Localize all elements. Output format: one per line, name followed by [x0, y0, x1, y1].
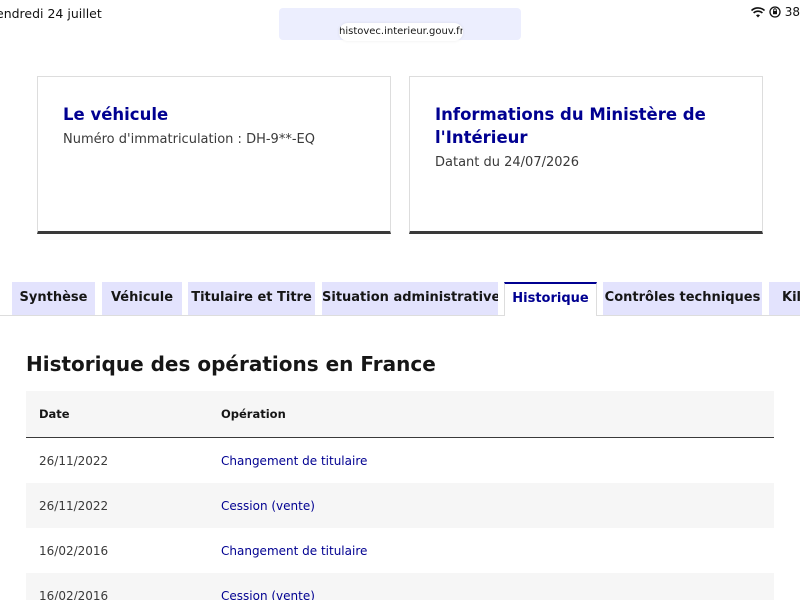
ministry-card: Informations du Ministère de l'Intérieur…: [409, 76, 763, 234]
table-row: 26/11/2022 Changement de titulaire: [26, 438, 774, 483]
tab-kilometrage[interactable]: Kilo: [769, 282, 800, 315]
orientation-lock-icon: [769, 6, 781, 18]
row-operation: Changement de titulaire: [221, 543, 368, 558]
status-date: endredi 24 juillet: [0, 6, 102, 21]
tab-historique[interactable]: Historique: [504, 282, 597, 316]
table-header: Date Opération: [26, 391, 774, 438]
page: endredi 24 juillet 38 histovec.interieur…: [0, 0, 800, 600]
section-title: Historique des opérations en France: [26, 352, 436, 376]
row-operation: Cession (vente): [221, 498, 315, 513]
address-bar[interactable]: histovec.interieur.gouv.fr: [339, 23, 463, 41]
wifi-icon: [750, 6, 765, 18]
tab-titulaire-et-titre[interactable]: Titulaire et Titre: [188, 282, 315, 315]
table-row: 26/11/2022 Cession (vente): [26, 483, 774, 528]
header-date: Date: [39, 407, 70, 421]
row-operation: Changement de titulaire: [221, 453, 368, 468]
tab-controles-techniques[interactable]: Contrôles techniques: [603, 282, 762, 315]
history-table: Date Opération 26/11/2022 Changement de …: [26, 391, 774, 600]
tab-vehicule[interactable]: Véhicule: [102, 282, 182, 315]
table-row: 16/02/2016 Changement de titulaire: [26, 528, 774, 573]
status-icons: 38: [750, 5, 800, 19]
tab-panel-border: [0, 315, 800, 316]
battery-level: 38: [784, 5, 800, 19]
row-date: 26/11/2022: [39, 453, 109, 468]
registration-number: Numéro d'immatriculation : DH-9**-EQ: [63, 132, 315, 147]
ministry-card-title: Informations du Ministère de l'Intérieur: [435, 105, 706, 147]
vehicle-card-title: Le véhicule: [63, 105, 169, 124]
header-operation: Opération: [221, 407, 286, 421]
tab-situation-administrative[interactable]: Situation administrative: [322, 282, 498, 315]
data-date: Datant du 24/07/2026: [435, 155, 580, 170]
table-row: 16/02/2016 Cession (vente): [26, 573, 774, 600]
row-date: 26/11/2022: [39, 498, 109, 513]
row-operation: Cession (vente): [221, 588, 315, 600]
tab-synthese[interactable]: Synthèse: [12, 282, 95, 315]
row-date: 16/02/2016: [39, 588, 109, 600]
vehicle-card: Le véhicule Numéro d'immatriculation : D…: [37, 76, 391, 234]
tab-list: Synthèse Véhicule Titulaire et Titre Sit…: [0, 282, 800, 316]
row-date: 16/02/2016: [39, 543, 109, 558]
